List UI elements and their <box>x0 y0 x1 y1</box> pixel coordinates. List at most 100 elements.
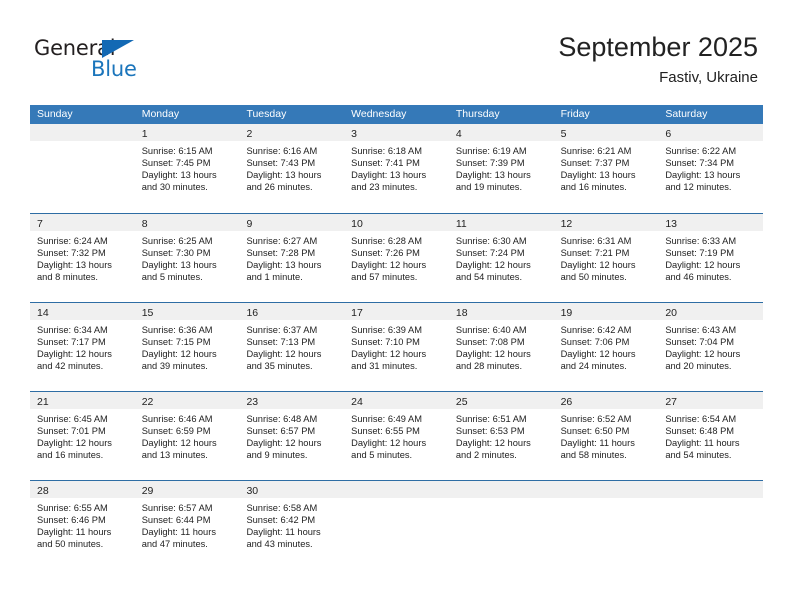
calendar-day-cell[interactable]: 19 Sunrise: 6:42 AM Sunset: 7:06 PM Dayligh… <box>553 303 659 391</box>
sunset-text: Sunset: 7:30 PM <box>141 248 211 259</box>
sunrise-text: Sunrise: 6:45 AM <box>37 414 108 424</box>
calendar-day-cell[interactable]: 9 Sunrise: 6:27 AM Sunset: 7:28 PM Daylight… <box>239 214 345 302</box>
calendar-day-cell[interactable]: 24 Sunrise: 6:49 AM Sunset: 6:55 PM Dayligh… <box>344 392 449 480</box>
daylight-text-line2: and 50 minutes. <box>560 272 627 283</box>
day-number-bar: 24 <box>344 392 449 409</box>
day-details: Sunrise: 6:45 AM Sunset: 7:01 PM Daylight:… <box>30 409 135 461</box>
sunset-text: Sunset: 7:13 PM <box>246 337 316 348</box>
daylight-text-line1: Daylight: 13 hours <box>141 170 217 181</box>
sunrise-text: Sunrise: 6:49 AM <box>351 414 422 424</box>
calendar-day-cell[interactable]: 6 Sunrise: 6:22 AM Sunset: 7:34 PM Daylight… <box>658 124 764 213</box>
sunset-text: Sunset: 7:39 PM <box>455 158 525 169</box>
calendar-day-cell[interactable]: 18 Sunrise: 6:40 AM Sunset: 7:08 PM Dayligh… <box>448 303 554 391</box>
weekday-header-thursday: Thursday <box>455 108 500 120</box>
calendar-day-cell[interactable]: 12 Sunrise: 6:31 AM Sunset: 7:21 PM Dayligh… <box>553 214 659 302</box>
calendar-day-cell[interactable]: 28 Sunrise: 6:55 AM Sunset: 6:46 PM Dayligh… <box>30 481 135 569</box>
day-number: 9 <box>246 218 253 230</box>
calendar-day-cell[interactable]: 11 Sunrise: 6:30 AM Sunset: 7:24 PM Dayligh… <box>448 214 554 302</box>
page-title: September 2025 <box>558 32 758 62</box>
calendar-day-cell[interactable]: 7 Sunrise: 6:24 AM Sunset: 7:32 PM Daylight… <box>30 214 135 302</box>
sunrise-text: Sunrise: 6:22 AM <box>665 146 737 156</box>
calendar-day-cell[interactable]: 26 Sunrise: 6:52 AM Sunset: 6:50 PM Dayligh… <box>553 392 659 480</box>
daylight-text-line1: Daylight: 13 hours <box>37 260 112 271</box>
day-details: Sunrise: 6:46 AM Sunset: 6:59 PM Daylight:… <box>135 409 240 461</box>
day-number-bar: 7 <box>30 214 135 231</box>
day-number-bar <box>30 124 135 141</box>
calendar-day-cell[interactable]: 15 Sunrise: 6:36 AM Sunset: 7:15 PM Dayligh… <box>134 303 240 391</box>
day-number: 1 <box>141 128 148 140</box>
calendar-day-cell[interactable]: 5 Sunrise: 6:21 AM Sunset: 7:37 PM Daylight… <box>553 124 659 213</box>
daylight-text-line2: and 5 minutes. <box>351 450 413 461</box>
calendar-day-cell[interactable]: 3 Sunrise: 6:18 AM Sunset: 7:41 PM Daylight… <box>344 124 449 213</box>
sunrise-text: Sunrise: 6:24 AM <box>37 236 108 246</box>
sunrise-text: Sunrise: 6:21 AM <box>560 146 632 156</box>
weekday-header-monday: Monday <box>141 108 180 120</box>
calendar-day-cell[interactable]: 25 Sunrise: 6:51 AM Sunset: 6:53 PM Dayligh… <box>448 392 554 480</box>
day-number-bar: 14 <box>30 303 135 320</box>
weekday-header-sunday: Sunday <box>37 108 73 120</box>
weekday-header-tuesday: Tuesday <box>246 108 287 120</box>
sunset-text: Sunset: 7:41 PM <box>351 158 420 169</box>
day-details: Sunrise: 6:27 AM Sunset: 7:28 PM Daylight:… <box>239 231 344 283</box>
calendar-day-cell[interactable]: 17 Sunrise: 6:39 AM Sunset: 7:10 PM Dayligh… <box>344 303 449 391</box>
sunrise-text: Sunrise: 6:16 AM <box>246 146 318 156</box>
sunrise-text: Sunrise: 6:19 AM <box>455 146 527 156</box>
calendar-day-cell[interactable]: 13 Sunrise: 6:33 AM Sunset: 7:19 PM Dayligh… <box>658 214 764 302</box>
day-details: Sunrise: 6:58 AM Sunset: 6:42 PM Daylight:… <box>239 498 344 550</box>
calendar-day-cell[interactable]: 10 Sunrise: 6:28 AM Sunset: 7:26 PM Dayligh… <box>344 214 449 302</box>
daylight-text-line1: Daylight: 12 hours <box>246 349 322 360</box>
sunset-text: Sunset: 7:43 PM <box>246 158 316 169</box>
day-number: 4 <box>455 128 462 140</box>
daylight-text-line2: and 16 minutes. <box>37 450 104 461</box>
day-number: 12 <box>560 218 573 230</box>
day-number-bar: 8 <box>134 214 240 231</box>
daylight-text-line2: and 12 minutes. <box>665 182 732 193</box>
daylight-text-line1: Daylight: 12 hours <box>141 438 217 449</box>
calendar-week-row: 21 Sunrise: 6:45 AM Sunset: 7:01 PM Dayligh… <box>30 391 764 480</box>
sunset-text: Sunset: 7:28 PM <box>246 248 316 259</box>
day-number: 19 <box>560 307 573 319</box>
day-number: 28 <box>37 485 49 497</box>
daylight-text-line1: Daylight: 13 hours <box>246 260 322 271</box>
sunset-text: Sunset: 7:10 PM <box>351 337 420 348</box>
sunset-text: Sunset: 6:50 PM <box>560 426 630 437</box>
sunrise-text: Sunrise: 6:57 AM <box>141 503 213 513</box>
calendar-day-cell[interactable]: 16 Sunrise: 6:37 AM Sunset: 7:13 PM Dayligh… <box>239 303 345 391</box>
calendar-day-cell[interactable]: 21 Sunrise: 6:45 AM Sunset: 7:01 PM Dayligh… <box>30 392 135 480</box>
calendar-day-cell[interactable]: 14 Sunrise: 6:34 AM Sunset: 7:17 PM Dayligh… <box>30 303 135 391</box>
calendar-day-cell[interactable]: 27 Sunrise: 6:54 AM Sunset: 6:48 PM Dayligh… <box>658 392 764 480</box>
daylight-text-line1: Daylight: 13 hours <box>141 260 217 271</box>
sunrise-text: Sunrise: 6:15 AM <box>141 146 213 156</box>
daylight-text-line1: Daylight: 12 hours <box>560 349 636 360</box>
sunrise-text: Sunrise: 6:54 AM <box>665 414 737 424</box>
calendar-day-cell-empty <box>30 124 135 213</box>
calendar-week-row: 7 Sunrise: 6:24 AM Sunset: 7:32 PM Daylight… <box>30 213 764 302</box>
day-number-bar: 20 <box>658 303 764 320</box>
calendar-day-cell[interactable]: 8 Sunrise: 6:25 AM Sunset: 7:30 PM Daylight… <box>134 214 240 302</box>
day-number-bar: 23 <box>239 392 345 409</box>
page-header: General Blue September 2025 Fastiv, Ukra… <box>0 0 792 100</box>
calendar-day-cell[interactable]: 20 Sunrise: 6:43 AM Sunset: 7:04 PM Dayligh… <box>658 303 764 391</box>
calendar-day-cell[interactable]: 23 Sunrise: 6:48 AM Sunset: 6:57 PM Dayligh… <box>239 392 345 480</box>
calendar-day-cell[interactable]: 2 Sunrise: 6:16 AM Sunset: 7:43 PM Daylight… <box>239 124 345 213</box>
day-number-bar: 13 <box>658 214 764 231</box>
daylight-text-line2: and 26 minutes. <box>246 182 313 193</box>
calendar-day-cell[interactable]: 1 Sunrise: 6:15 AM Sunset: 7:45 PM Daylight… <box>134 124 240 213</box>
calendar-day-cell[interactable]: 30 Sunrise: 6:58 AM Sunset: 6:42 PM Dayligh… <box>239 481 345 569</box>
day-number: 5 <box>560 128 567 140</box>
day-details: Sunrise: 6:49 AM Sunset: 6:55 PM Daylight:… <box>344 409 449 461</box>
calendar-day-cell[interactable]: 4 Sunrise: 6:19 AM Sunset: 7:39 PM Daylight… <box>448 124 554 213</box>
day-details: Sunrise: 6:33 AM Sunset: 7:19 PM Daylight:… <box>658 231 763 283</box>
daylight-text-line2: and 54 minutes. <box>455 272 523 283</box>
calendar-day-cell[interactable]: 29 Sunrise: 6:57 AM Sunset: 6:44 PM Dayligh… <box>134 481 240 569</box>
calendar-day-cell[interactable]: 22 Sunrise: 6:46 AM Sunset: 6:59 PM Dayligh… <box>134 392 240 480</box>
day-number-bar: 9 <box>239 214 345 231</box>
day-number: 2 <box>246 128 253 140</box>
sunrise-text: Sunrise: 6:28 AM <box>351 236 422 246</box>
day-details: Sunrise: 6:22 AM Sunset: 7:34 PM Daylight:… <box>658 141 763 193</box>
day-number-bar: 21 <box>30 392 135 409</box>
day-number-bar: 26 <box>553 392 659 409</box>
sunset-text: Sunset: 7:06 PM <box>560 337 630 348</box>
daylight-text-line2: and 42 minutes. <box>37 361 104 372</box>
daylight-text-line2: and 5 minutes. <box>141 272 203 283</box>
